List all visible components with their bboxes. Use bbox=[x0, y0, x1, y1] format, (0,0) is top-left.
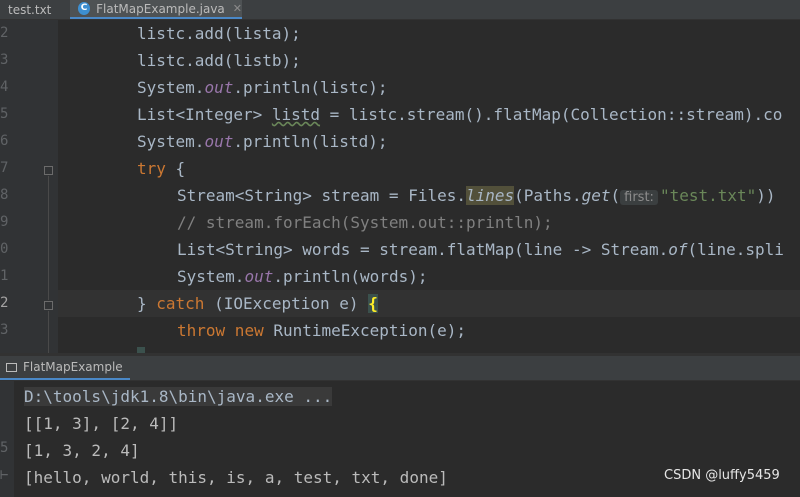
line-number: 9 bbox=[0, 214, 9, 230]
line-number: 5 bbox=[0, 106, 9, 122]
run-tab-bar: FlatMapExample bbox=[0, 356, 800, 381]
tab-label: test.txt bbox=[8, 2, 52, 17]
fold-guide bbox=[48, 311, 49, 353]
console-line: [hello, world, this, is, a, test, txt, d… bbox=[24, 468, 448, 487]
code-line: listc.add(listb); bbox=[137, 51, 301, 70]
code-line: System.out.println(words); bbox=[177, 267, 428, 286]
tab-test-txt[interactable]: test.txt bbox=[0, 0, 70, 19]
line-number: 7 bbox=[0, 160, 9, 176]
run-gutter-mark: 5 bbox=[0, 440, 9, 456]
code-line: System.out.println(listd); bbox=[137, 132, 388, 151]
editor-tab-bar: test.txt C FlatMapExample.java ✕ bbox=[0, 0, 800, 20]
code-line: throw new RuntimeException(e); bbox=[177, 321, 466, 340]
fold-marker-icon[interactable] bbox=[44, 166, 53, 175]
line-number: 4 bbox=[0, 79, 9, 95]
line-number: 0 bbox=[0, 241, 9, 257]
code-line: listc.add(lista); bbox=[137, 24, 301, 43]
line-number: 8 bbox=[0, 187, 9, 203]
run-gutter-mark: ⊢ bbox=[0, 467, 9, 483]
line-number: 2 bbox=[0, 295, 9, 311]
console-icon bbox=[6, 362, 17, 372]
fold-guide bbox=[48, 176, 49, 300]
line-number: 1 bbox=[0, 268, 9, 284]
code-line: System.out.println(listc); bbox=[137, 78, 388, 97]
code-line: List<Integer> listd = listc.stream().fla… bbox=[137, 105, 783, 124]
code-line: List<String> words = stream.flatMap(line… bbox=[177, 240, 784, 259]
console-line: [[1, 3], [2, 4]] bbox=[24, 414, 179, 433]
console-line: [1, 3, 2, 4] bbox=[24, 441, 140, 460]
code-line: try { bbox=[137, 159, 186, 178]
tab-label: FlatMapExample.java bbox=[96, 1, 225, 16]
java-command-line[interactable]: D:\tools\jdk1.8\bin\java.exe ... bbox=[24, 387, 333, 406]
close-icon[interactable]: ✕ bbox=[233, 2, 242, 15]
code-line: } catch (IOException e) { bbox=[137, 294, 378, 313]
line-number: 3 bbox=[0, 322, 9, 338]
line-number: 3 bbox=[0, 52, 9, 68]
line-number: 6 bbox=[0, 133, 9, 149]
tab-run-flatmapexample[interactable]: FlatMapExample bbox=[0, 356, 130, 380]
fold-marker-icon[interactable] bbox=[44, 301, 53, 310]
run-tab-label: FlatMapExample bbox=[23, 360, 123, 374]
code-editor[interactable]: 2 3 4 5 6 7 8 9 0 1 2 3 listc.add(lista)… bbox=[0, 20, 800, 353]
line-number: 2 bbox=[0, 25, 9, 41]
console-line: D:\tools\jdk1.8\bin\java.exe ... bbox=[24, 383, 333, 410]
watermark: CSDN @luffy5459 bbox=[664, 468, 780, 483]
code-line: Stream<String> stream = Files.lines(Path… bbox=[177, 186, 776, 205]
tab-flatmapexample-java[interactable]: C FlatMapExample.java ✕ bbox=[70, 0, 242, 19]
run-gutter: 5 ⊢ bbox=[0, 381, 14, 497]
parameter-hint: first: bbox=[620, 190, 658, 205]
code-line: // stream.forEach(System.out::println); bbox=[177, 213, 553, 232]
line-gutter: 2 3 4 5 6 7 8 9 0 1 2 3 bbox=[0, 20, 58, 353]
c-class-icon: C bbox=[78, 2, 91, 15]
